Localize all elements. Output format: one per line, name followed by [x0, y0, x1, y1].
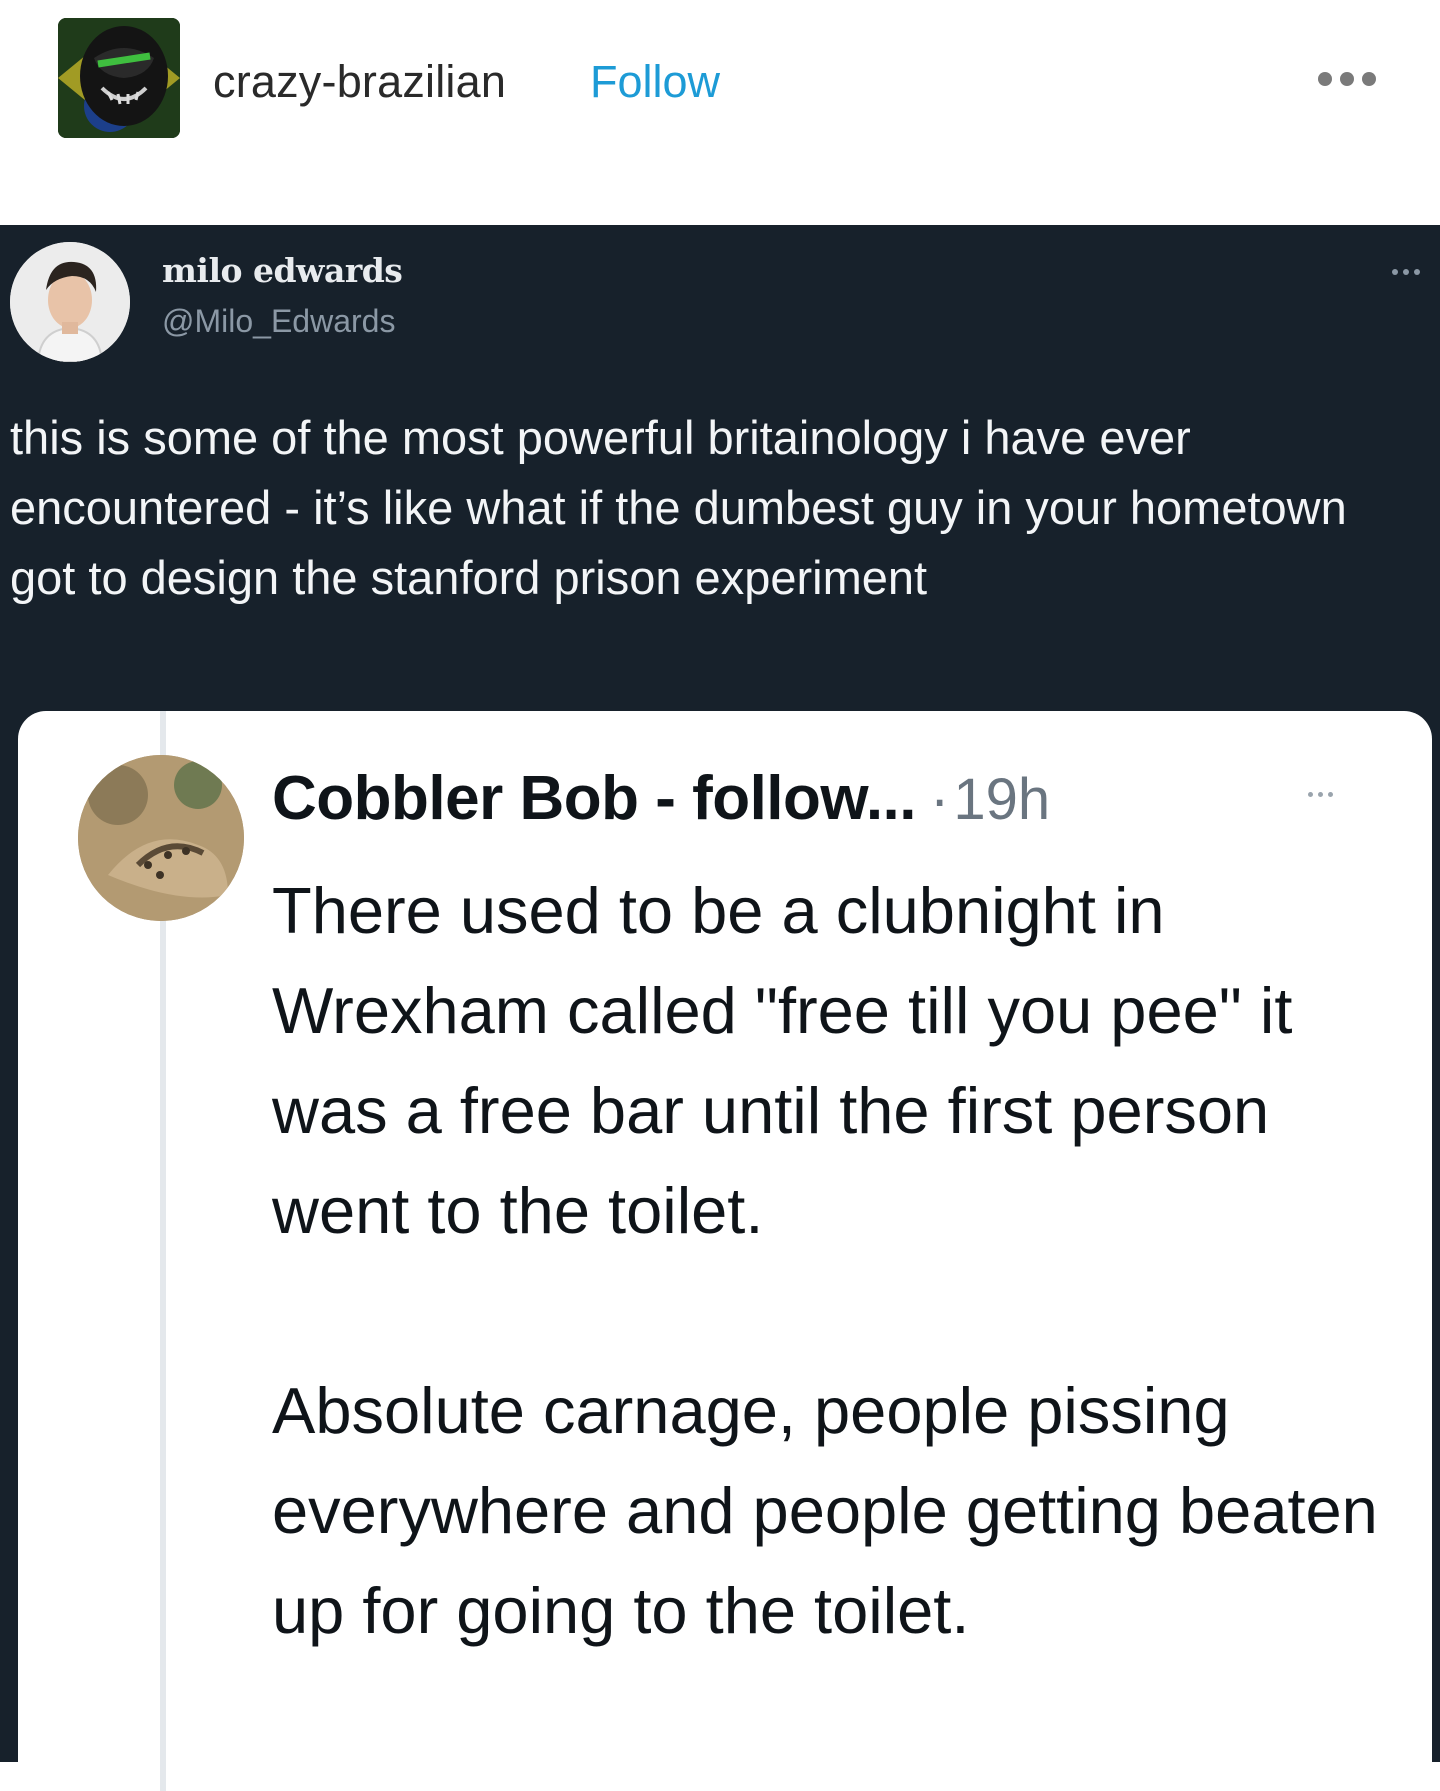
- quoted-tweet-header: Cobbler Bob - follow... · 19h: [272, 763, 1050, 843]
- post-header: crazy-brazilian Follow: [0, 0, 1440, 225]
- tweet-author-name: milo edwards: [162, 251, 403, 290]
- quoted-separator: ·: [930, 767, 950, 832]
- tweet-author-handle: @Milo_Edwards: [162, 303, 396, 339]
- cobbler-bob-avatar: [78, 755, 244, 921]
- quoted-tweet-card: Cobbler Bob - follow... · 19h There used…: [18, 711, 1432, 1791]
- follow-button[interactable]: Follow: [590, 56, 720, 108]
- person-portrait-icon: [10, 242, 130, 362]
- gorilla-flag-avatar-icon: [58, 18, 180, 138]
- blog-name[interactable]: crazy-brazilian: [213, 56, 506, 108]
- tweet-screenshot: milo edwards @Milo_Edwards this is some …: [0, 225, 1440, 1791]
- lizard-photo-icon: [78, 755, 244, 921]
- blog-avatar[interactable]: [58, 18, 180, 138]
- quoted-more-icon[interactable]: [1308, 789, 1348, 799]
- post-more-options-icon[interactable]: [1318, 64, 1382, 94]
- quoted-timestamp[interactable]: 19h: [953, 766, 1050, 833]
- quoted-paragraph-1: There used to be a clubnight in Wrexham …: [272, 874, 1293, 1247]
- quoted-author-name[interactable]: Cobbler Bob - follow...: [272, 763, 917, 834]
- quoted-tweet-text: There used to be a clubnight in Wrexham …: [272, 861, 1402, 1661]
- milo-avatar: [10, 242, 130, 362]
- tweet-text: this is some of the most powerful britai…: [10, 411, 1347, 604]
- tweet-more-icon[interactable]: [1392, 265, 1432, 279]
- quoted-paragraph-2: Absolute carnage, people pissing everywh…: [272, 1374, 1378, 1647]
